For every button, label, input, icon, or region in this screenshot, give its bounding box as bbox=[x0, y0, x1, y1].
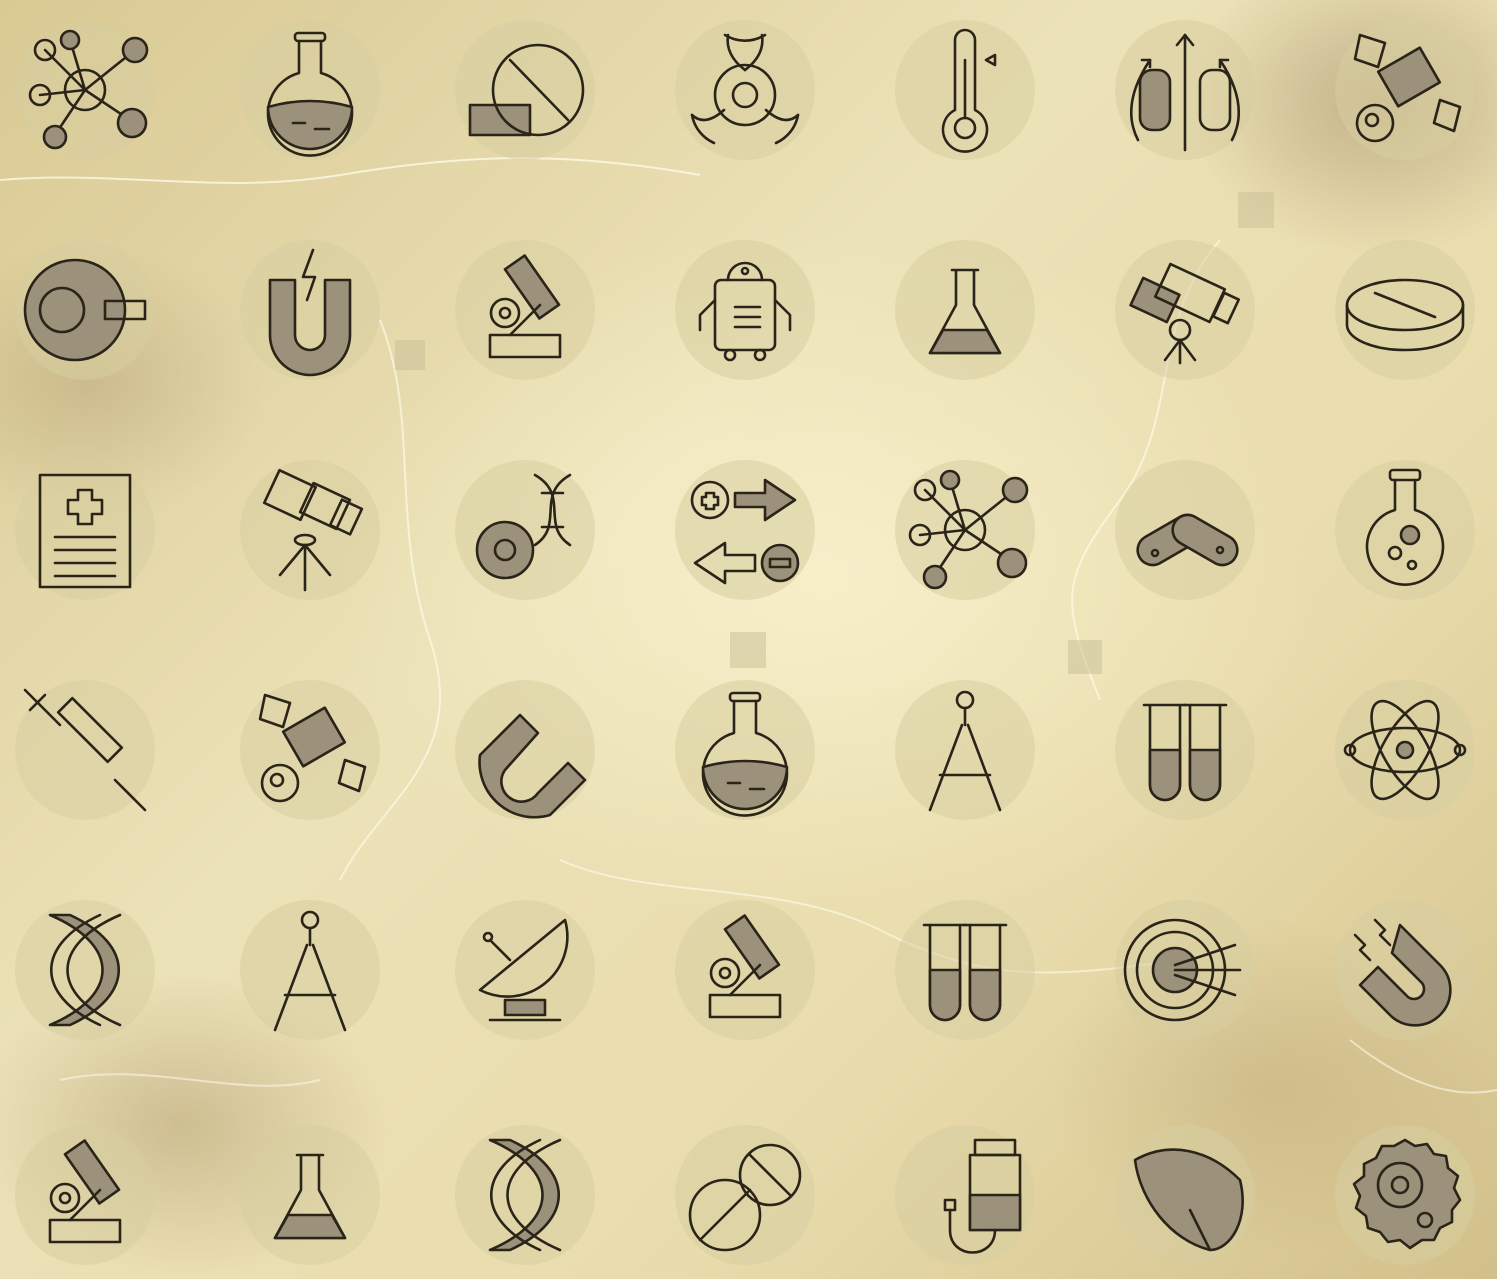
test-tubes-icon bbox=[890, 895, 1040, 1045]
syringe-icon-art bbox=[23, 688, 147, 812]
satellite-icon-art bbox=[1353, 33, 1462, 143]
medical-report-icon-art bbox=[38, 473, 132, 589]
round-flask-icon-art bbox=[701, 691, 789, 817]
flask-bubbles-icon bbox=[1330, 455, 1480, 605]
dna-icon bbox=[10, 895, 160, 1045]
plus-minus-arrows-icon bbox=[670, 455, 820, 605]
robot-icon bbox=[670, 235, 820, 385]
pills-icon bbox=[670, 1120, 820, 1270]
microscope-icon-art bbox=[48, 1139, 122, 1244]
liver-icon bbox=[1110, 1120, 1260, 1270]
conical-flask-icon bbox=[235, 1120, 385, 1270]
dna-icon bbox=[450, 1120, 600, 1270]
conical-flask-icon-art bbox=[273, 1153, 347, 1240]
satellite-icon bbox=[235, 675, 385, 825]
telescope-icon bbox=[1110, 235, 1260, 385]
pill-icon-art bbox=[468, 43, 585, 137]
test-tubes-icon-art bbox=[922, 923, 1008, 1022]
target-icon-art bbox=[1123, 918, 1242, 1022]
science-icon-grid bbox=[0, 0, 1497, 1279]
dna-icon-art bbox=[488, 1138, 562, 1252]
biohazard-icon bbox=[670, 15, 820, 165]
telescope-tripod-icon-art bbox=[262, 468, 364, 592]
round-flask-icon bbox=[235, 15, 385, 165]
drawing-compass-icon bbox=[890, 675, 1040, 825]
horseshoe-magnet-icon-art bbox=[478, 713, 587, 819]
horseshoe-magnet-icon bbox=[450, 675, 600, 825]
test-tubes-icon bbox=[1110, 675, 1260, 825]
atom-icon-art bbox=[1343, 699, 1467, 801]
drawing-compass-icon-art bbox=[928, 690, 1002, 812]
rotation-arrows-icon-art bbox=[1129, 33, 1241, 152]
gear-dna-icon-art bbox=[475, 473, 572, 580]
magnet-lightning-icon-art bbox=[268, 248, 352, 377]
molecule-icon-art bbox=[28, 29, 149, 150]
plus-minus-arrows-icon-art bbox=[690, 478, 800, 585]
satellite-icon-art bbox=[258, 693, 367, 803]
magnet-icon bbox=[1330, 895, 1480, 1045]
syringe-icon bbox=[10, 675, 160, 825]
gear-dna-icon bbox=[450, 455, 600, 605]
pill-icon bbox=[450, 15, 600, 165]
satellite-icon bbox=[1330, 15, 1480, 165]
biohazard-icon-art bbox=[690, 33, 800, 145]
magnet-icon-art bbox=[1353, 918, 1452, 1027]
pills-icon-art bbox=[688, 1143, 802, 1252]
microscope-icon bbox=[10, 1120, 160, 1270]
telescope-tripod-icon bbox=[235, 455, 385, 605]
lens-ring-icon-art bbox=[23, 258, 147, 362]
microscope-icon-art bbox=[708, 914, 782, 1019]
telescope-icon-art bbox=[1129, 262, 1241, 365]
drawing-compass-icon bbox=[235, 895, 385, 1045]
flask-bubbles-icon-art bbox=[1365, 468, 1445, 586]
cell-icon bbox=[1330, 1120, 1480, 1270]
liver-icon-art bbox=[1133, 1148, 1244, 1252]
microscope-icon-art bbox=[488, 254, 562, 359]
tablet-disc-icon bbox=[1330, 235, 1480, 385]
satellite-dish-icon-art bbox=[478, 918, 569, 1022]
capsules-icon-art bbox=[1136, 513, 1239, 567]
microscope-icon bbox=[670, 895, 820, 1045]
robot-icon-art bbox=[698, 261, 792, 362]
medical-report-icon bbox=[10, 455, 160, 605]
thermometer-icon-art bbox=[941, 28, 997, 153]
conical-flask-icon bbox=[890, 235, 1040, 385]
magnet-lightning-icon bbox=[235, 235, 385, 385]
target-icon bbox=[1110, 895, 1260, 1045]
conical-flask-icon-art bbox=[928, 268, 1002, 355]
molecule-icon bbox=[10, 15, 160, 165]
capsules-icon bbox=[1110, 455, 1260, 605]
thermometer-icon bbox=[890, 15, 1040, 165]
microscope-icon bbox=[450, 235, 600, 385]
dna-icon-art bbox=[48, 913, 122, 1027]
satellite-dish-icon bbox=[450, 895, 600, 1045]
round-flask-icon bbox=[670, 675, 820, 825]
atom-icon bbox=[1330, 675, 1480, 825]
iv-drip-icon bbox=[890, 1120, 1040, 1270]
rotation-arrows-icon bbox=[1110, 15, 1260, 165]
molecule-icon-art bbox=[908, 469, 1029, 590]
molecule-icon bbox=[890, 455, 1040, 605]
lens-ring-icon bbox=[10, 235, 160, 385]
tablet-disc-icon-art bbox=[1345, 278, 1465, 352]
test-tubes-icon-art bbox=[1142, 703, 1228, 802]
cell-icon-art bbox=[1352, 1138, 1462, 1250]
round-flask-icon-art bbox=[266, 31, 354, 157]
iv-drip-icon-art bbox=[943, 1138, 1022, 1254]
drawing-compass-icon-art bbox=[273, 910, 347, 1032]
